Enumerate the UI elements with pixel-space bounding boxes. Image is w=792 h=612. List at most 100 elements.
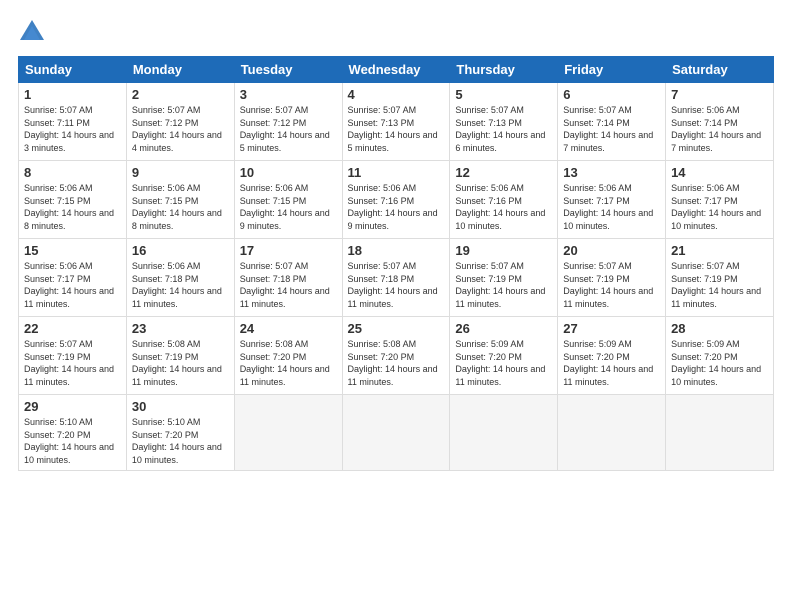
calendar-cell: 17 Sunrise: 5:07 AMSunset: 7:18 PMDayligh… — [234, 239, 342, 317]
calendar-cell: 12 Sunrise: 5:06 AMSunset: 7:16 PMDayligh… — [450, 161, 558, 239]
day-number: 9 — [132, 165, 229, 180]
calendar-week-3: 15 Sunrise: 5:06 AMSunset: 7:17 PMDayligh… — [19, 239, 774, 317]
day-info: Sunrise: 5:07 AMSunset: 7:18 PMDaylight:… — [240, 260, 337, 310]
day-info: Sunrise: 5:06 AMSunset: 7:15 PMDaylight:… — [240, 182, 337, 232]
day-info: Sunrise: 5:07 AMSunset: 7:18 PMDaylight:… — [348, 260, 445, 310]
calendar-cell: 2Sunrise: 5:07 AMSunset: 7:12 PMDaylight… — [126, 83, 234, 161]
day-info: Sunrise: 5:06 AMSunset: 7:17 PMDaylight:… — [671, 182, 768, 232]
day-number: 29 — [24, 399, 121, 414]
day-number: 8 — [24, 165, 121, 180]
calendar-cell: 9 Sunrise: 5:06 AMSunset: 7:15 PMDaylight… — [126, 161, 234, 239]
day-info: Sunrise: 5:06 AMSunset: 7:17 PMDaylight:… — [563, 182, 660, 232]
calendar-cell: 5 Sunrise: 5:07 AMSunset: 7:13 PMDaylight… — [450, 83, 558, 161]
weekday-header-tuesday: Tuesday — [234, 57, 342, 83]
weekday-header-thursday: Thursday — [450, 57, 558, 83]
day-info: Sunrise: 5:06 AMSunset: 7:14 PMDaylight:… — [671, 104, 768, 154]
day-number: 3 — [240, 87, 337, 102]
weekday-header-saturday: Saturday — [666, 57, 774, 83]
calendar-cell — [234, 395, 342, 471]
day-info: Sunrise: 5:07 AMSunset: 7:19 PMDaylight:… — [671, 260, 768, 310]
day-number: 10 — [240, 165, 337, 180]
calendar-cell — [558, 395, 666, 471]
logo — [18, 18, 50, 46]
day-number: 21 — [671, 243, 768, 258]
day-info: Sunrise: 5:07 AMSunset: 7:19 PMDaylight:… — [563, 260, 660, 310]
calendar-week-2: 8 Sunrise: 5:06 AMSunset: 7:15 PMDaylight… — [19, 161, 774, 239]
calendar-cell: 30Sunrise: 5:10 AMSunset: 7:20 PMDayligh… — [126, 395, 234, 471]
calendar-cell: 8 Sunrise: 5:06 AMSunset: 7:15 PMDaylight… — [19, 161, 127, 239]
weekday-header-sunday: Sunday — [19, 57, 127, 83]
calendar-table: SundayMondayTuesdayWednesdayThursdayFrid… — [18, 56, 774, 471]
day-info: Sunrise: 5:07 AMSunset: 7:13 PMDaylight:… — [455, 104, 552, 154]
day-info: Sunrise: 5:10 AMSunset: 7:20 PMDaylight:… — [24, 416, 121, 466]
day-info: Sunrise: 5:06 AMSunset: 7:16 PMDaylight:… — [348, 182, 445, 232]
calendar-cell: 4 Sunrise: 5:07 AMSunset: 7:13 PMDaylight… — [342, 83, 450, 161]
calendar-cell: 21 Sunrise: 5:07 AMSunset: 7:19 PMDayligh… — [666, 239, 774, 317]
day-number: 27 — [563, 321, 660, 336]
calendar-cell: 24Sunrise: 5:08 AMSunset: 7:20 PMDayligh… — [234, 317, 342, 395]
day-number: 7 — [671, 87, 768, 102]
calendar-cell: 13 Sunrise: 5:06 AMSunset: 7:17 PMDayligh… — [558, 161, 666, 239]
day-info: Sunrise: 5:06 AMSunset: 7:15 PMDaylight:… — [132, 182, 229, 232]
page-header — [18, 18, 774, 46]
day-info: Sunrise: 5:07 AMSunset: 7:11 PMDaylight:… — [24, 104, 121, 154]
calendar-cell — [666, 395, 774, 471]
calendar-cell: 23 Sunrise: 5:08 AMSunset: 7:19 PMDayligh… — [126, 317, 234, 395]
calendar-week-5: 29 Sunrise: 5:10 AMSunset: 7:20 PMDayligh… — [19, 395, 774, 471]
calendar-week-4: 22 Sunrise: 5:07 AMSunset: 7:19 PMDayligh… — [19, 317, 774, 395]
day-number: 2 — [132, 87, 229, 102]
day-number: 5 — [455, 87, 552, 102]
calendar-cell: 11 Sunrise: 5:06 AMSunset: 7:16 PMDayligh… — [342, 161, 450, 239]
day-number: 6 — [563, 87, 660, 102]
calendar-header-row: SundayMondayTuesdayWednesdayThursdayFrid… — [19, 57, 774, 83]
day-number: 1 — [24, 87, 121, 102]
calendar-cell: 28 Sunrise: 5:09 AMSunset: 7:20 PMDayligh… — [666, 317, 774, 395]
day-number: 15 — [24, 243, 121, 258]
day-number: 28 — [671, 321, 768, 336]
weekday-header-friday: Friday — [558, 57, 666, 83]
day-number: 22 — [24, 321, 121, 336]
day-info: Sunrise: 5:07 AMSunset: 7:12 PMDaylight:… — [240, 104, 337, 154]
day-info: Sunrise: 5:08 AMSunset: 7:20 PMDaylight:… — [348, 338, 445, 388]
day-info: Sunrise: 5:07 AMSunset: 7:13 PMDaylight:… — [348, 104, 445, 154]
day-number: 4 — [348, 87, 445, 102]
calendar-cell: 6 Sunrise: 5:07 AMSunset: 7:14 PMDaylight… — [558, 83, 666, 161]
day-number: 13 — [563, 165, 660, 180]
day-info: Sunrise: 5:06 AMSunset: 7:17 PMDaylight:… — [24, 260, 121, 310]
day-number: 12 — [455, 165, 552, 180]
day-number: 17 — [240, 243, 337, 258]
weekday-header-wednesday: Wednesday — [342, 57, 450, 83]
day-number: 23 — [132, 321, 229, 336]
calendar-cell: 19Sunrise: 5:07 AMSunset: 7:19 PMDayligh… — [450, 239, 558, 317]
day-number: 14 — [671, 165, 768, 180]
day-info: Sunrise: 5:07 AMSunset: 7:19 PMDaylight:… — [24, 338, 121, 388]
calendar-cell — [450, 395, 558, 471]
day-number: 26 — [455, 321, 552, 336]
day-info: Sunrise: 5:09 AMSunset: 7:20 PMDaylight:… — [455, 338, 552, 388]
calendar-cell: 26 Sunrise: 5:09 AMSunset: 7:20 PMDayligh… — [450, 317, 558, 395]
calendar-cell: 25Sunrise: 5:08 AMSunset: 7:20 PMDayligh… — [342, 317, 450, 395]
day-info: Sunrise: 5:08 AMSunset: 7:19 PMDaylight:… — [132, 338, 229, 388]
calendar-cell: 3 Sunrise: 5:07 AMSunset: 7:12 PMDaylight… — [234, 83, 342, 161]
calendar-cell: 20Sunrise: 5:07 AMSunset: 7:19 PMDayligh… — [558, 239, 666, 317]
day-number: 30 — [132, 399, 229, 414]
day-number: 24 — [240, 321, 337, 336]
day-info: Sunrise: 5:09 AMSunset: 7:20 PMDaylight:… — [563, 338, 660, 388]
calendar-cell: 22 Sunrise: 5:07 AMSunset: 7:19 PMDayligh… — [19, 317, 127, 395]
day-number: 18 — [348, 243, 445, 258]
calendar-cell — [342, 395, 450, 471]
calendar-cell: 14 Sunrise: 5:06 AMSunset: 7:17 PMDayligh… — [666, 161, 774, 239]
calendar-cell: 7 Sunrise: 5:06 AMSunset: 7:14 PMDaylight… — [666, 83, 774, 161]
day-info: Sunrise: 5:07 AMSunset: 7:19 PMDaylight:… — [455, 260, 552, 310]
day-info: Sunrise: 5:06 AMSunset: 7:18 PMDaylight:… — [132, 260, 229, 310]
calendar-cell: 27 Sunrise: 5:09 AMSunset: 7:20 PMDayligh… — [558, 317, 666, 395]
day-info: Sunrise: 5:09 AMSunset: 7:20 PMDaylight:… — [671, 338, 768, 388]
day-number: 11 — [348, 165, 445, 180]
day-info: Sunrise: 5:06 AMSunset: 7:16 PMDaylight:… — [455, 182, 552, 232]
day-info: Sunrise: 5:06 AMSunset: 7:15 PMDaylight:… — [24, 182, 121, 232]
weekday-header-monday: Monday — [126, 57, 234, 83]
day-info: Sunrise: 5:07 AMSunset: 7:14 PMDaylight:… — [563, 104, 660, 154]
calendar-cell: 18 Sunrise: 5:07 AMSunset: 7:18 PMDayligh… — [342, 239, 450, 317]
calendar-cell: 16Sunrise: 5:06 AMSunset: 7:18 PMDayligh… — [126, 239, 234, 317]
calendar-week-1: 1 Sunrise: 5:07 AMSunset: 7:11 PMDaylight… — [19, 83, 774, 161]
